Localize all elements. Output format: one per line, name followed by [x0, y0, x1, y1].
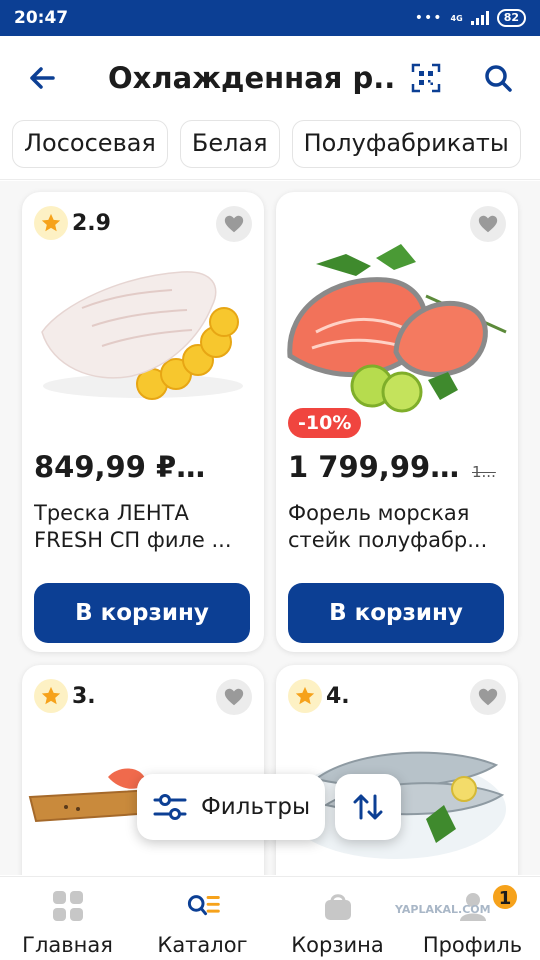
back-button[interactable]: [24, 60, 60, 96]
nav-item-cart[interactable]: Корзина: [270, 877, 405, 960]
watermark: YAPLAKAL.COM: [395, 903, 491, 916]
product-card[interactable]: 3.: [22, 665, 264, 875]
rating-value: 3.: [72, 683, 96, 709]
product-price: 849,99 ₽/кг: [34, 450, 210, 484]
notification-dots-icon: •••: [414, 10, 443, 26]
app-header: Охлажденная р...: [0, 36, 540, 120]
chip-white[interactable]: Белая: [179, 120, 280, 168]
filters-button[interactable]: Фильтры: [137, 774, 325, 840]
status-time: 20:47: [14, 8, 69, 28]
chip-salmon[interactable]: Лососевая: [12, 120, 168, 168]
sort-arrows-icon: [353, 794, 383, 820]
nav-label: Корзина: [291, 933, 384, 957]
nav-item-profile[interactable]: 1 YAPLAKAL.COM Профиль: [395, 877, 540, 960]
category-chips: Лососевая Белая Полуфабрикаты: [0, 120, 540, 180]
rating-value: 4.: [326, 683, 350, 709]
catalog-icon: [186, 889, 220, 923]
product-card[interactable]: 4.: [276, 665, 518, 875]
add-to-cart-button[interactable]: В корзину: [288, 583, 504, 643]
product-name[interactable]: Форель морская стейк полуфабр...: [288, 500, 508, 554]
nav-item-home[interactable]: Главная: [0, 877, 135, 960]
rating-value: 2.9: [72, 210, 111, 236]
nav-item-catalog[interactable]: Каталог: [135, 877, 270, 960]
battery-indicator: 82: [496, 9, 526, 27]
search-button[interactable]: [480, 60, 516, 96]
qr-scan-button[interactable]: [408, 60, 444, 96]
heart-icon: [478, 215, 498, 233]
product-image-trout-steak: [287, 244, 507, 413]
product-image-cod-fillet: [41, 271, 243, 400]
qr-code-icon: [411, 63, 441, 93]
signal-icon: [470, 11, 489, 25]
nav-label: Профиль: [422, 933, 523, 957]
status-bar: 20:47 ••• 4G 82: [0, 0, 540, 36]
home-grid-icon: [51, 889, 85, 923]
rating: 2.9: [34, 206, 111, 240]
nav-label: Каталог: [157, 933, 248, 957]
heart-icon: [224, 688, 244, 706]
product-price: 1 799,99 ₽...: [288, 450, 464, 484]
arrow-left-icon: [30, 67, 55, 89]
discount-badge: -10%: [288, 408, 362, 438]
chip-semi-finished[interactable]: Полуфабрикаты: [291, 120, 521, 168]
filters-label: Фильтры: [201, 794, 311, 820]
notification-badge: 1: [491, 883, 519, 911]
product-card[interactable]: -10% 1 799,99 ₽... 1... Форель морская с…: [276, 192, 518, 652]
star-icon: [34, 206, 68, 240]
basket-icon: [321, 889, 355, 923]
old-price: 1...: [472, 463, 496, 481]
product-card[interactable]: 2.9 849,99 ₽/кг Треска ЛЕНТА FRESH СП фи…: [22, 192, 264, 652]
page-title: Охлажденная р...: [108, 61, 398, 95]
heart-icon: [478, 688, 498, 706]
heart-icon: [224, 215, 244, 233]
sort-button[interactable]: [335, 774, 401, 840]
network-type: 4G: [450, 13, 463, 23]
sliders-icon: [153, 794, 187, 820]
search-icon: [485, 65, 512, 92]
favorite-button[interactable]: [216, 679, 252, 715]
product-name[interactable]: Треска ЛЕНТА FRESH СП филе ...: [34, 500, 254, 554]
star-icon: [288, 679, 322, 713]
rating: 3.: [34, 679, 96, 713]
product-grid[interactable]: 2.9 849,99 ₽/кг Треска ЛЕНТА FRESH СП фи…: [0, 181, 540, 875]
star-icon: [34, 679, 68, 713]
rating: 4.: [288, 679, 350, 713]
nav-label: Главная: [22, 933, 113, 957]
add-to-cart-button[interactable]: В корзину: [34, 583, 250, 643]
bottom-navigation: Главная Каталог Корзина 1 YAPLAKAL.COM П…: [0, 876, 540, 960]
